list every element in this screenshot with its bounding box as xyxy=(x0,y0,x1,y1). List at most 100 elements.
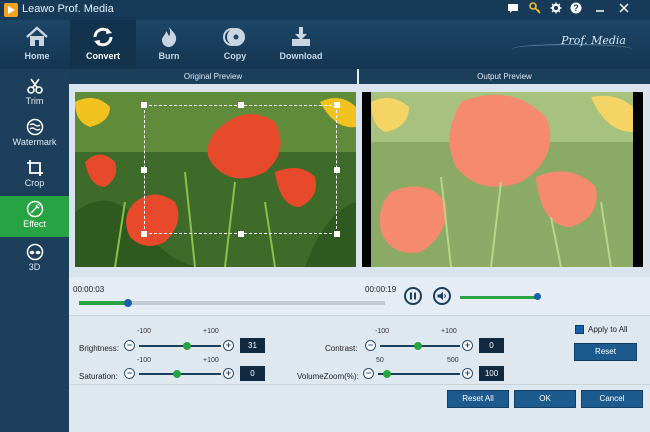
toolbar-copy-label: Copy xyxy=(223,51,247,61)
brand-logo: Prof. Media xyxy=(512,30,632,58)
crop-handle[interactable] xyxy=(238,231,244,237)
volume-zoom-handle[interactable] xyxy=(383,370,391,378)
apply-to-all-checkbox[interactable] xyxy=(575,325,584,334)
watermark-icon xyxy=(26,118,43,136)
sidebar-item-3d[interactable]: 3D xyxy=(0,239,69,280)
sidebar-item-crop[interactable]: Crop xyxy=(0,155,69,196)
sidebar-item-trim[interactable]: Trim xyxy=(0,73,69,114)
main-toolbar: Home Convert Burn Copy Download Prof. Me… xyxy=(0,20,650,69)
copy-icon xyxy=(223,28,245,46)
minimize-icon[interactable] xyxy=(592,2,608,18)
brightness-increase-button[interactable]: + xyxy=(223,340,234,351)
crop-handle[interactable] xyxy=(334,167,340,173)
original-video[interactable] xyxy=(75,92,356,267)
seek-progress xyxy=(79,301,128,305)
close-icon[interactable] xyxy=(616,2,632,18)
contrast-label: Contrast: xyxy=(325,344,358,353)
sidebar-item-3d-label: 3D xyxy=(28,262,41,272)
saturation-handle[interactable] xyxy=(173,370,181,378)
contrast-increase-button[interactable]: + xyxy=(462,340,473,351)
contrast-value[interactable]: 0 xyxy=(479,338,504,353)
crop-handle[interactable] xyxy=(141,102,147,108)
crop-handle[interactable] xyxy=(141,167,147,173)
crop-handle[interactable] xyxy=(238,102,244,108)
title-bar: Leawo Prof. Media ? xyxy=(0,0,650,20)
volume-slider[interactable] xyxy=(460,293,541,300)
burn-icon xyxy=(162,27,177,47)
help-icon[interactable]: ? xyxy=(568,2,584,18)
original-preview-header: Original Preview xyxy=(69,69,357,84)
saturation-decrease-button[interactable]: − xyxy=(124,368,135,379)
contrast-decrease-button[interactable]: − xyxy=(365,340,376,351)
chat-icon[interactable] xyxy=(505,2,521,18)
brightness-label: Brightness: xyxy=(79,344,120,353)
main-panel: Original Preview Output Preview 00:00:03… xyxy=(69,69,650,432)
crop-selection-box[interactable] xyxy=(141,102,340,237)
sidebar-item-effect[interactable]: Effect xyxy=(0,196,69,237)
brightness-max: +100 xyxy=(203,328,219,335)
pause-icon xyxy=(410,292,416,300)
sidebar-item-trim-label: Trim xyxy=(25,96,44,106)
sidebar-item-watermark[interactable]: Watermark xyxy=(0,114,69,155)
app-logo-icon xyxy=(4,3,18,17)
volume-zoom-decrease-button[interactable]: − xyxy=(363,368,374,379)
pause-button[interactable] xyxy=(404,287,422,305)
volume-zoom-label: VolumeZoom(%): xyxy=(297,372,359,381)
playback-bar: 00:00:03 00:00:19 xyxy=(69,277,650,315)
reset-button[interactable]: Reset xyxy=(574,343,637,361)
current-time: 00:00:03 xyxy=(73,285,105,294)
cancel-button[interactable]: Cancel xyxy=(581,390,643,408)
saturation-max: +100 xyxy=(203,357,219,364)
download-icon xyxy=(292,27,310,46)
contrast-min: -100 xyxy=(375,328,390,335)
scissors-icon xyxy=(26,78,43,94)
contrast-max: +100 xyxy=(441,328,457,335)
effect-controls: -100 +100 Brightness: − + 31 -100 +100 S… xyxy=(69,315,650,384)
crop-handle[interactable] xyxy=(334,231,340,237)
toolbar-home-label: Home xyxy=(24,51,50,61)
brightness-handle[interactable] xyxy=(183,342,191,350)
saturation-increase-button[interactable]: + xyxy=(223,368,234,379)
volume-zoom-max: 500 xyxy=(447,357,459,364)
volume-zoom-min: 50 xyxy=(376,357,384,364)
saturation-min: -100 xyxy=(137,357,152,364)
contrast-handle[interactable] xyxy=(414,342,422,350)
edit-sidebar: Trim Watermark Crop Effect 3D xyxy=(0,69,69,432)
sidebar-item-effect-label: Effect xyxy=(23,219,46,229)
home-icon xyxy=(26,26,48,46)
seek-handle[interactable] xyxy=(123,299,132,307)
dialog-footer: Reset All OK Cancel xyxy=(69,384,650,432)
toolbar-burn[interactable]: Burn xyxy=(136,20,202,69)
crop-handle[interactable] xyxy=(334,102,340,108)
brightness-decrease-button[interactable]: − xyxy=(124,340,135,351)
window-title: Leawo Prof. Media xyxy=(22,3,114,15)
original-preview-label: Original Preview xyxy=(183,72,243,81)
toolbar-home[interactable]: Home xyxy=(4,20,70,69)
brightness-value[interactable]: 31 xyxy=(240,338,265,353)
saturation-label: Saturation: xyxy=(79,372,118,381)
toolbar-convert[interactable]: Convert xyxy=(70,20,136,69)
brightness-min: -100 xyxy=(137,328,152,335)
ok-button[interactable]: OK xyxy=(514,390,576,408)
svg-text:?: ? xyxy=(573,3,579,13)
speaker-icon xyxy=(437,292,446,300)
volume-button[interactable] xyxy=(433,287,451,305)
reset-all-button[interactable]: Reset All xyxy=(447,390,509,408)
sidebar-item-watermark-label: Watermark xyxy=(12,137,57,147)
seek-slider[interactable] xyxy=(79,299,385,307)
preview-area xyxy=(69,84,650,277)
crop-handle[interactable] xyxy=(141,231,147,237)
volume-zoom-increase-button[interactable]: + xyxy=(462,368,473,379)
key-icon[interactable] xyxy=(527,2,543,18)
3d-glasses-icon xyxy=(26,243,43,261)
toolbar-copy[interactable]: Copy xyxy=(202,20,268,69)
apply-to-all-label: Apply to All xyxy=(588,325,628,334)
crop-icon xyxy=(26,160,43,176)
effect-icon xyxy=(26,200,43,218)
volume-zoom-value[interactable]: 100 xyxy=(479,366,504,381)
saturation-value[interactable]: 0 xyxy=(240,366,265,381)
volume-handle[interactable] xyxy=(534,293,541,300)
settings-gear-icon[interactable] xyxy=(548,2,564,18)
brightness-slider[interactable] xyxy=(139,345,221,347)
toolbar-download[interactable]: Download xyxy=(268,20,334,69)
